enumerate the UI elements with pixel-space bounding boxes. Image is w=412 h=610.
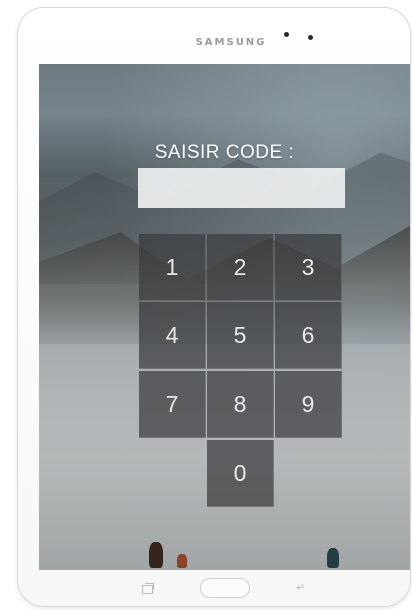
lock-screen: SAISIR CODE : 1 2 3 4 5 6 7 8 9 0	[39, 64, 410, 570]
navigation-bar: ↵	[18, 570, 410, 606]
key-9[interactable]: 9	[275, 371, 342, 438]
numeric-keypad: 1 2 3 4 5 6 7 8 9 0	[139, 234, 345, 508]
sensor-icon	[308, 35, 313, 40]
camera-icon	[284, 32, 289, 37]
home-button[interactable]	[200, 578, 250, 598]
recent-apps-icon[interactable]	[142, 583, 154, 594]
key-6[interactable]: 6	[275, 302, 342, 369]
key-4[interactable]: 4	[139, 302, 206, 369]
key-3[interactable]: 3	[275, 234, 342, 301]
key-7[interactable]: 7	[139, 371, 206, 438]
key-0[interactable]: 0	[207, 440, 274, 507]
key-1[interactable]: 1	[139, 234, 206, 301]
back-icon[interactable]: ↵	[296, 582, 308, 593]
tablet-frame: SAMSUNG SAISIR CODE : 1 2 3 4 5 6 7 8 9 …	[18, 8, 410, 606]
key-8[interactable]: 8	[207, 371, 274, 438]
code-input[interactable]	[138, 168, 345, 208]
brand-logo: SAMSUNG	[195, 37, 267, 48]
key-2[interactable]: 2	[207, 234, 274, 301]
key-5[interactable]: 5	[207, 302, 274, 369]
code-prompt-label: SAISIR CODE :	[154, 142, 295, 163]
